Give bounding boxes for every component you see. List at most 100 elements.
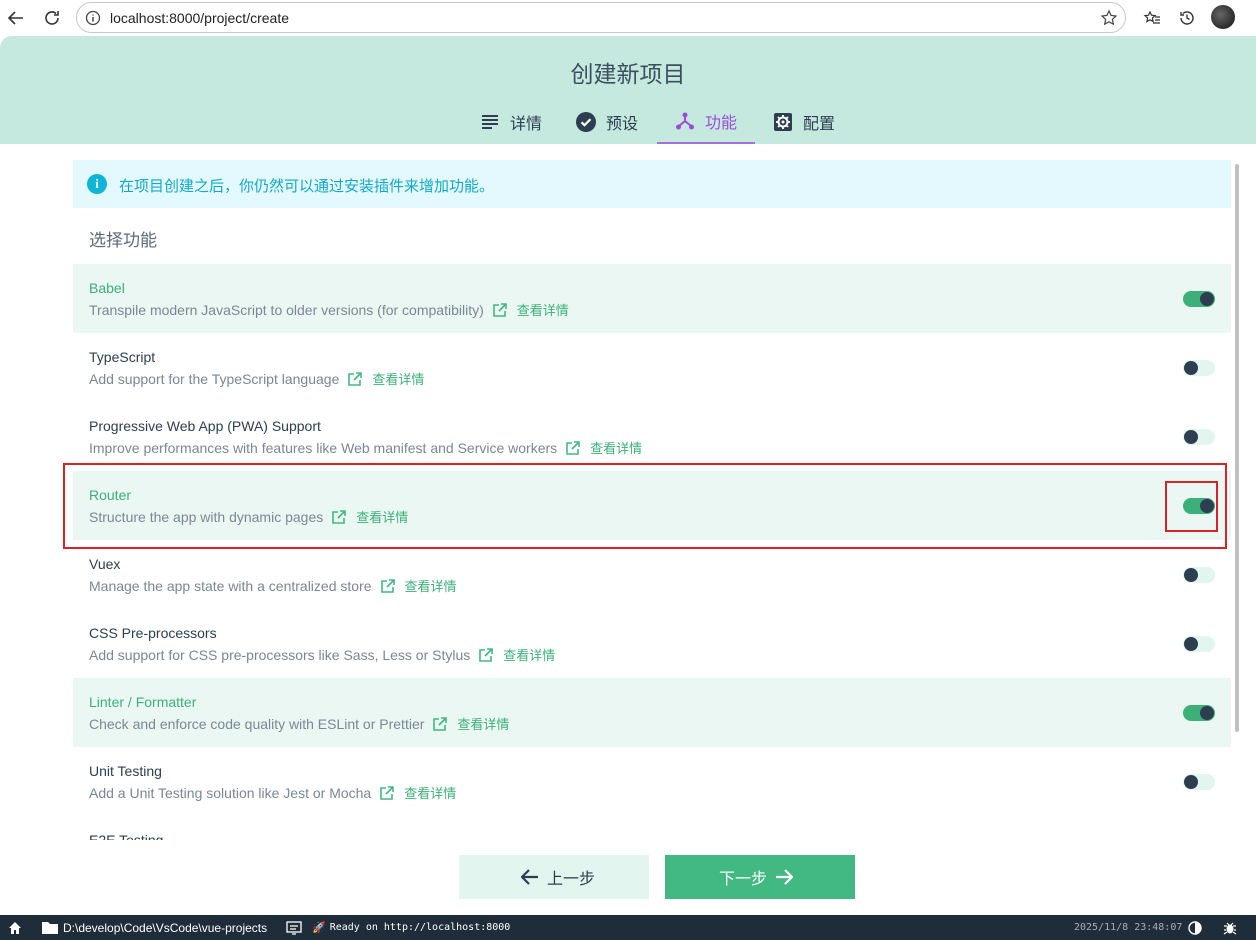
- more-details-link[interactable]: 查看详情: [404, 783, 456, 802]
- feature-toggle[interactable]: [1183, 705, 1215, 721]
- feature-name: TypeScript: [89, 349, 156, 365]
- router-row-highlight: [63, 463, 1227, 549]
- feature-toggle[interactable]: [1183, 291, 1215, 307]
- feature-description: Add a Unit Testing solution like Jest or…: [89, 783, 456, 802]
- tab-label: 功能: [705, 113, 738, 132]
- feature-description: Improve performances with features like …: [89, 438, 642, 457]
- feature-row[interactable]: CSS Pre-processors Add support for CSS pr…: [73, 609, 1231, 678]
- feature-description: Add support for the TypeScript language 查…: [89, 369, 424, 388]
- info-icon: i: [87, 174, 107, 194]
- external-link-icon[interactable]: [565, 440, 581, 456]
- external-link-icon[interactable]: [380, 578, 396, 594]
- back-arrow-icon[interactable]: [4, 6, 28, 30]
- bookmark-star-icon[interactable]: [1100, 9, 1118, 27]
- arrow-left-icon: [520, 869, 538, 885]
- address-bar[interactable]: localhost:8000/project/create: [76, 2, 1126, 33]
- page-header: 创建新项目 详情 预设 功能 配置: [0, 36, 1256, 144]
- previous-button[interactable]: 上一步: [459, 855, 649, 899]
- tab-config[interactable]: 配置: [773, 100, 835, 144]
- toggle-knob: [1184, 775, 1198, 789]
- tab-label: 配置: [803, 114, 836, 133]
- browser-toolbar: localhost:8000/project/create: [0, 0, 1256, 36]
- feature-toggle[interactable]: [1183, 429, 1215, 445]
- feature-description-text: Add a Unit Testing solution like Jest or…: [89, 784, 372, 801]
- feature-description: Manage the app state with a centralized …: [89, 576, 457, 595]
- bug-icon[interactable]: [1223, 915, 1237, 940]
- favorites-icon[interactable]: [1140, 6, 1164, 30]
- feature-toggle[interactable]: [1183, 774, 1215, 790]
- feature-toggle[interactable]: [1183, 360, 1215, 376]
- folder-path[interactable]: D:\develop\Code\VsCode\vue-projects: [42, 915, 267, 940]
- feature-row[interactable]: Linter / Formatter Check and enforce code…: [73, 678, 1231, 747]
- feature-row[interactable]: Vuex Manage the app state with a centrali…: [73, 540, 1231, 609]
- feature-description-text: Manage the app state with a centralized …: [89, 577, 372, 594]
- feature-description-text: Check and enforce code quality with ESLi…: [89, 715, 425, 732]
- arrow-right-icon: [776, 869, 793, 885]
- feature-row[interactable]: Progressive Web App (PWA) Support Improve…: [73, 402, 1231, 471]
- toggle-knob: [1184, 568, 1198, 582]
- toggle-knob: [1200, 706, 1214, 720]
- timestamp: 2025/11/8 23:48:07: [1074, 922, 1183, 933]
- feature-description-text: Add support for the TypeScript language: [89, 370, 340, 387]
- more-details-link[interactable]: 查看详情: [517, 300, 569, 319]
- info-banner: i 在项目创建之后，你仍然可以通过安装插件来增加功能。: [73, 160, 1231, 208]
- external-link-icon[interactable]: [432, 716, 448, 732]
- more-details-link[interactable]: 查看详情: [590, 438, 642, 457]
- feature-name: Linter / Formatter: [89, 694, 197, 710]
- external-link-icon[interactable]: [478, 647, 494, 663]
- info-text: 在项目创建之后，你仍然可以通过安装插件来增加功能。: [119, 177, 495, 195]
- console-log[interactable]: 🚀 Ready on http://localhost:8000: [286, 915, 510, 940]
- feature-row[interactable]: TypeScript Add support for the TypeScript…: [73, 333, 1231, 402]
- tab-label: 详情: [510, 114, 543, 133]
- feature-name: CSS Pre-processors: [89, 625, 217, 641]
- folder-icon: [42, 922, 58, 934]
- tab-features[interactable]: 功能: [657, 100, 755, 144]
- toggle-knob: [1184, 637, 1198, 651]
- rocket-icon: 🚀: [312, 921, 326, 934]
- more-details-link[interactable]: 查看详情: [503, 645, 555, 664]
- feature-toggle[interactable]: [1183, 636, 1215, 652]
- feature-description: Check and enforce code quality with ESLi…: [89, 714, 509, 733]
- feature-name: E2E Testing: [89, 832, 164, 840]
- previous-label: 上一步: [546, 869, 595, 888]
- toggle-knob: [1184, 361, 1198, 375]
- toggle-knob: [1200, 292, 1214, 306]
- feature-name: Unit Testing: [89, 763, 162, 779]
- reload-icon[interactable]: [40, 6, 64, 30]
- theme-toggle-icon[interactable]: [1188, 915, 1202, 940]
- tab-label: 预设: [606, 114, 639, 133]
- feature-name: Babel: [89, 280, 125, 296]
- external-link-icon[interactable]: [379, 785, 395, 801]
- home-icon[interactable]: [8, 915, 22, 940]
- next-button[interactable]: 下一步: [665, 855, 855, 899]
- feature-description-text: Improve performances with features like …: [89, 439, 558, 456]
- feature-name: Vuex: [89, 556, 121, 572]
- check-circle-icon: [576, 112, 596, 132]
- folder-path-text: D:\develop\Code\VsCode\vue-projects: [63, 920, 268, 935]
- scrollbar[interactable]: [1235, 164, 1239, 732]
- more-details-link[interactable]: 查看详情: [372, 369, 424, 388]
- console-icon: [286, 920, 302, 935]
- feature-row[interactable]: Unit Testing Add a Unit Testing solution …: [73, 747, 1231, 816]
- external-link-icon[interactable]: [492, 302, 508, 318]
- status-bar: D:\develop\Code\VsCode\vue-projects 🚀 Re…: [0, 915, 1256, 940]
- tab-presets[interactable]: 预设: [576, 100, 638, 144]
- external-link-icon[interactable]: [347, 371, 363, 387]
- profile-avatar[interactable]: [1211, 5, 1235, 29]
- history-icon[interactable]: [1175, 6, 1199, 30]
- feature-description-text: Add support for CSS pre-processors like …: [89, 646, 471, 663]
- feature-name: Progressive Web App (PWA) Support: [89, 418, 321, 434]
- list-icon: [480, 112, 500, 132]
- feature-description: Add support for CSS pre-processors like …: [89, 645, 555, 664]
- info-circle-icon[interactable]: [85, 10, 101, 26]
- feature-row[interactable]: Babel Transpile modern JavaScript to olde…: [73, 264, 1231, 333]
- tab-details[interactable]: 详情: [480, 100, 542, 144]
- more-details-link[interactable]: 查看详情: [457, 714, 509, 733]
- feature-row[interactable]: E2E Testing: [73, 816, 1231, 840]
- section-title: 选择功能: [89, 231, 157, 251]
- feature-description: Transpile modern JavaScript to older ver…: [89, 300, 569, 319]
- more-details-link[interactable]: 查看详情: [405, 576, 457, 595]
- feature-toggle[interactable]: [1183, 567, 1215, 583]
- tab-bar: 详情 预设 功能 配置: [0, 100, 1256, 144]
- feature-description-text: Transpile modern JavaScript to older ver…: [89, 301, 484, 318]
